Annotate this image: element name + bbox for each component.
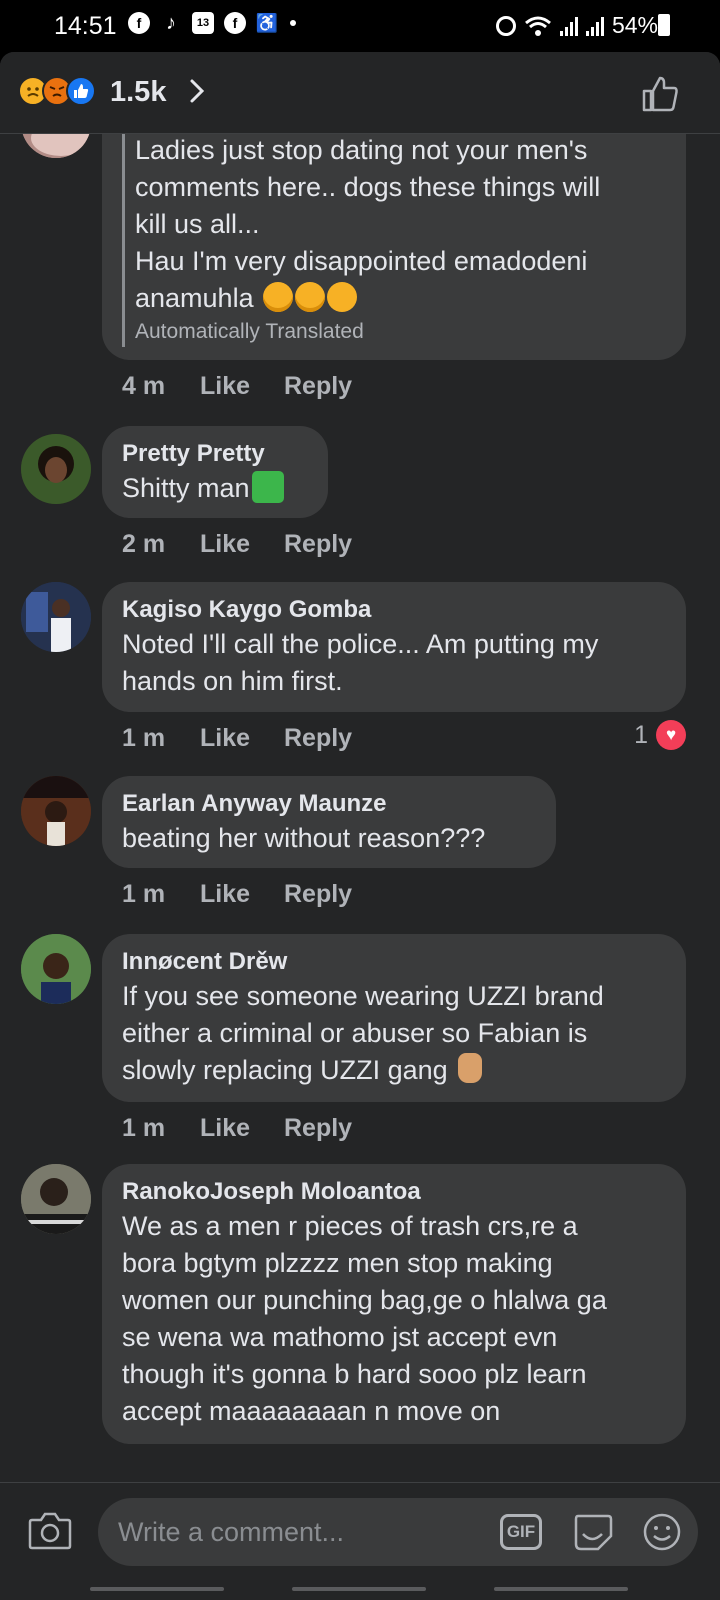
wifi-icon bbox=[524, 16, 551, 36]
comment-text-line: bora bgtym plzzzz men stop making bbox=[122, 1248, 553, 1278]
comment-text-line: slowly replacing UZZI gang bbox=[122, 1052, 666, 1089]
reaction-icons[interactable] bbox=[18, 76, 96, 106]
status-bar: 14:51 f ♪ 13 f ♿ 54% bbox=[0, 0, 720, 52]
comment-time: 1 m bbox=[122, 724, 166, 752]
comment-bubble[interactable]: Ladies just stop dating not your men's c… bbox=[102, 102, 686, 360]
facebook-icon: f bbox=[128, 12, 150, 34]
avatar[interactable] bbox=[21, 582, 91, 652]
like-link[interactable]: Like bbox=[200, 880, 284, 909]
alarm-icon bbox=[495, 15, 516, 36]
comment-reactions[interactable]: 1 ♥ bbox=[634, 720, 686, 750]
commenter-name[interactable]: Earlan Anyway Maunze bbox=[122, 788, 536, 820]
comments-sheet: 1.5k Ladies just stop dating not your me… bbox=[0, 52, 720, 1600]
battery-icon bbox=[658, 14, 670, 36]
comment-text-line: anamuhla bbox=[135, 280, 666, 317]
comment-text-line: women our punching bag,ge o hlalwa ga bbox=[122, 1285, 607, 1315]
commenter-name[interactable]: Pretty Pretty bbox=[122, 438, 308, 470]
translated-label[interactable]: Automatically Translated bbox=[135, 317, 666, 347]
reaction-count: 1 bbox=[634, 720, 648, 749]
comment-actions: 1 m Like Reply bbox=[122, 724, 352, 753]
comment-bubble[interactable]: Pretty Pretty Shitty man bbox=[102, 426, 328, 518]
battery-percent: 54% bbox=[611, 12, 658, 38]
comment-text-line: We as a men r pieces of trash crs,re a bbox=[122, 1211, 578, 1241]
comment-text-line: Hau I'm very disappointed emadodeni bbox=[135, 246, 588, 276]
comment-text-line: hands on him first. bbox=[122, 666, 343, 696]
like-link[interactable]: Like bbox=[200, 1114, 284, 1143]
like-link[interactable]: Like bbox=[200, 530, 284, 559]
comment-text-line: Noted I'll call the police... Am putting… bbox=[122, 629, 599, 659]
comment-bubble[interactable]: Innøcent Drěw If you see someone wearing… bbox=[102, 934, 686, 1102]
flushed-emoji-icon bbox=[263, 282, 294, 312]
nav-recents-button[interactable] bbox=[90, 1587, 224, 1591]
system-nav-bar bbox=[0, 1582, 720, 1600]
nav-home-button[interactable] bbox=[292, 1587, 426, 1591]
sticker-icon[interactable] bbox=[572, 1512, 614, 1552]
flushed-emoji-icon bbox=[295, 282, 326, 312]
tiktok-icon: ♪ bbox=[166, 11, 176, 34]
accessibility-icon: ♿ bbox=[255, 12, 279, 33]
comment-actions: 1 m Like Reply bbox=[122, 1114, 352, 1143]
comment-time: 2 m bbox=[122, 530, 166, 558]
comment-text-line: accept maaaaaaaan n move on bbox=[122, 1396, 501, 1426]
comment-bubble[interactable]: Earlan Anyway Maunze beating her without… bbox=[102, 776, 556, 868]
pointing-hand-emoji-icon bbox=[457, 1053, 482, 1083]
litter-bin-emoji-icon bbox=[251, 471, 284, 503]
emoji-icon[interactable] bbox=[642, 1512, 682, 1552]
like-link[interactable]: Like bbox=[200, 372, 284, 401]
comment-time: 1 m bbox=[122, 880, 166, 908]
calendar-icon: 13 bbox=[192, 12, 214, 34]
signal-icon bbox=[585, 16, 604, 36]
like-button-icon[interactable] bbox=[640, 74, 680, 114]
translated-comment-text: Ladies just stop dating not your men's c… bbox=[122, 132, 666, 347]
love-reaction-icon: ♥ bbox=[656, 720, 686, 750]
avatar[interactable] bbox=[21, 434, 91, 504]
comment-actions: 1 m Like Reply bbox=[122, 880, 352, 909]
comment-input[interactable]: Write a comment... GIF bbox=[98, 1498, 698, 1566]
reply-link[interactable]: Reply bbox=[284, 880, 352, 909]
comment-time: 4 m bbox=[122, 372, 166, 400]
comment-text-line: Ladies just stop dating not your men's bbox=[135, 135, 588, 165]
like-link[interactable]: Like bbox=[200, 724, 284, 753]
comment-text-line: If you see someone wearing UZZI brand bbox=[122, 981, 604, 1011]
weary-emoji-icon bbox=[327, 282, 358, 312]
comment-bubble[interactable]: RanokoJoseph Moloantoa We as a men r pie… bbox=[102, 1164, 686, 1444]
avatar[interactable] bbox=[21, 1164, 91, 1234]
commenter-name[interactable]: Innøcent Drěw bbox=[122, 946, 666, 978]
gif-button[interactable]: GIF bbox=[500, 1514, 542, 1550]
comment-text-line: kill us all... bbox=[135, 209, 260, 239]
comment-actions: 4 m Like Reply bbox=[122, 372, 352, 401]
avatar[interactable] bbox=[21, 776, 91, 846]
avatar[interactable] bbox=[21, 934, 91, 1004]
comment-text: beating her without reason??? bbox=[122, 823, 486, 853]
reactions-header: 1.5k bbox=[0, 52, 720, 134]
status-time: 14:51 bbox=[54, 12, 117, 40]
comment-text-line: either a criminal or abuser so Fabian is bbox=[122, 1018, 588, 1048]
reply-link[interactable]: Reply bbox=[284, 724, 352, 753]
signal-icon bbox=[559, 16, 578, 36]
comment-actions: 2 m Like Reply bbox=[122, 530, 352, 559]
comment-text-line: though it's gonna b hard sooo plz learn bbox=[122, 1359, 587, 1389]
facebook-icon: f bbox=[224, 12, 246, 34]
reply-link[interactable]: Reply bbox=[284, 530, 352, 559]
nav-back-button[interactable] bbox=[494, 1587, 628, 1591]
comment-bubble[interactable]: Kagiso Kaygo Gomba Noted I'll call the p… bbox=[102, 582, 686, 712]
more-notifications-dot bbox=[290, 20, 296, 26]
comment-time: 1 m bbox=[122, 1114, 166, 1142]
chevron-right-icon[interactable] bbox=[184, 78, 210, 104]
system-icons: 54% bbox=[495, 12, 658, 39]
reaction-count[interactable]: 1.5k bbox=[110, 76, 166, 109]
comment-text-line: comments here.. dogs these things will bbox=[135, 172, 601, 202]
reply-link[interactable]: Reply bbox=[284, 1114, 352, 1143]
commenter-name[interactable]: RanokoJoseph Moloantoa bbox=[122, 1176, 666, 1208]
comment-text: Shitty man bbox=[122, 470, 308, 507]
notification-icons: f ♪ 13 f ♿ bbox=[128, 12, 296, 34]
comment-input-placeholder: Write a comment... bbox=[118, 1517, 345, 1547]
reply-link[interactable]: Reply bbox=[284, 372, 352, 401]
comment-text-line: se wena wa mathomo jst accept evn bbox=[122, 1322, 558, 1352]
like-reaction-icon bbox=[66, 76, 96, 106]
commenter-name[interactable]: Kagiso Kaygo Gomba bbox=[122, 594, 666, 626]
camera-icon[interactable] bbox=[28, 1510, 72, 1550]
